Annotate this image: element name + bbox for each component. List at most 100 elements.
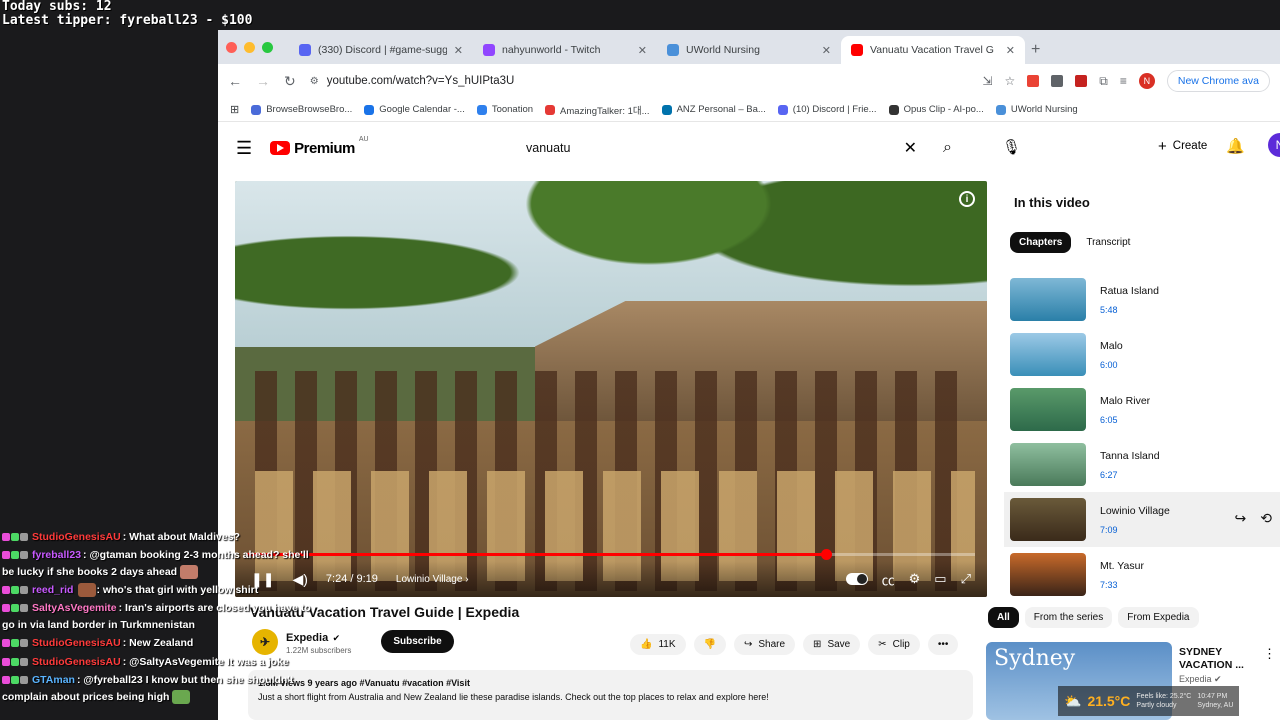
current-chapter-button[interactable]: Lowinio Village › <box>396 574 846 585</box>
chapter-item[interactable]: Tanna Island 6:27 <box>1004 437 1280 492</box>
extension-icon[interactable] <box>1075 75 1088 87</box>
chat-badges <box>2 600 29 617</box>
sub-badge-icon <box>11 551 19 560</box>
create-button[interactable]: + Create <box>1146 132 1219 160</box>
verified-icon: ✔ <box>332 633 341 643</box>
back-button[interactable]: ← <box>228 73 242 89</box>
reload-button[interactable]: ↻ <box>284 73 296 90</box>
mod-badge-icon <box>20 551 28 560</box>
chat-message: SaltyAsVegemite: Iran's airports are clo… <box>2 600 320 634</box>
description-box[interactable]: 1.8M views 9 years ago #Vanuatu #vacatio… <box>248 670 973 720</box>
miniplayer-icon[interactable]: ▭ <box>934 571 946 587</box>
latest-tipper: Latest tipper: fyreball23 - $100 <box>2 13 253 28</box>
chapter-timestamp: 5:48 <box>1100 304 1118 315</box>
tab-transcript[interactable]: Transcript <box>1077 232 1140 253</box>
close-tab-icon[interactable]: ✕ <box>638 44 647 57</box>
address-bar[interactable]: ⚙ youtube.com/watch?v=Ys_hUIPta3U <box>310 68 969 94</box>
chapter-item[interactable]: Malo 6:00 <box>1004 327 1280 382</box>
bookmark-item[interactable]: Toonation <box>476 104 533 115</box>
share-button[interactable]: ↪ Share <box>733 634 796 655</box>
new-chrome-button[interactable]: New Chrome ava <box>1166 70 1270 92</box>
chat-username[interactable]: StudioGenesisAU <box>32 656 121 668</box>
player-controls: ❚❚ ◀) 7:24 / 9:19 Lowinio Village › ㏄ ⚙ … <box>235 561 987 597</box>
fullscreen-icon[interactable]: ⤢ <box>961 571 971 587</box>
extension-icon[interactable] <box>1027 75 1040 87</box>
info-icon[interactable]: i <box>959 191 975 207</box>
notifications-bell-icon[interactable]: 🔔 <box>1226 137 1245 155</box>
filter-chip[interactable]: All <box>988 607 1019 628</box>
tab-title: (330) Discord | #game-sugg <box>318 44 447 56</box>
profile-avatar[interactable]: N <box>1138 73 1155 89</box>
repeat-icon[interactable]: ⟲ <box>1260 510 1272 527</box>
settings-gear-icon[interactable]: ⚙ <box>909 571 921 587</box>
subscribe-button[interactable]: Subscribe <box>381 630 454 653</box>
youtube-brand: Premium <box>294 139 355 157</box>
chat-username[interactable]: reed_rid <box>32 584 73 596</box>
bookmark-label: (10) Discord | Frie... <box>792 104 877 115</box>
captions-icon[interactable]: ㏄ <box>882 570 895 589</box>
save-button[interactable]: ⊞ Save <box>803 634 861 655</box>
clear-search-icon[interactable]: ✕ <box>904 138 917 158</box>
apps-grid-icon[interactable]: ⊞ <box>230 103 239 116</box>
chapter-item[interactable]: Malo River 6:05 <box>1004 382 1280 437</box>
search-input[interactable]: vanuatu ✕ ⌕ <box>514 131 964 165</box>
share-icon[interactable]: ↪ <box>1235 510 1247 527</box>
url-text: youtube.com/watch?v=Ys_hUIPta3U <box>326 75 515 87</box>
site-info-icon[interactable]: ⚙ <box>310 76 319 87</box>
mod-badge-icon <box>20 639 28 648</box>
more-vert-icon[interactable]: ⋮ <box>1263 646 1276 662</box>
video-player[interactable]: i ❚❚ ◀) 7:24 / 9:19 Lowinio Village › ㏄ … <box>235 181 987 597</box>
account-avatar[interactable]: N <box>1268 133 1280 157</box>
new-tab-button[interactable]: + <box>1031 36 1040 64</box>
bookmark-star-icon[interactable]: ☆ <box>1005 74 1016 88</box>
browser-tab[interactable]: UWorld Nursing ✕ <box>657 36 841 64</box>
forward-button[interactable]: → <box>256 73 270 89</box>
puzzle-icon[interactable]: ⧉ <box>1099 74 1108 89</box>
close-tab-icon[interactable]: ✕ <box>822 44 831 57</box>
chat-username[interactable]: StudioGenesisAU <box>32 637 121 649</box>
bookmark-item[interactable]: Opus Clip - AI-po... <box>888 104 984 115</box>
bookmark-item[interactable]: UWorld Nursing <box>995 104 1078 115</box>
media-icon[interactable]: ≡ <box>1120 74 1127 88</box>
condition: Partly cloudy <box>1136 702 1177 709</box>
progress-bar[interactable] <box>247 549 975 560</box>
chapter-item[interactable]: Lowinio Village 7:09 ↪ ⟲ <box>1004 492 1280 547</box>
bookmark-item[interactable]: Google Calendar -... <box>364 104 465 115</box>
bookmark-item[interactable]: ANZ Personal – Ba... <box>661 104 766 115</box>
filter-chip[interactable]: From Expedia <box>1118 607 1199 628</box>
minimize-window-button[interactable] <box>244 41 255 53</box>
chat-username[interactable]: GTAman <box>32 674 75 686</box>
tab-chapters[interactable]: Chapters <box>1010 232 1072 253</box>
close-window-button[interactable] <box>226 41 237 53</box>
bookmark-item[interactable]: (10) Discord | Frie... <box>777 104 877 115</box>
chapter-item[interactable]: Ratua Island 5:48 <box>1004 272 1280 327</box>
filter-chip[interactable]: From the series <box>1024 607 1113 628</box>
clip-button[interactable]: ✂ Clip <box>868 634 920 655</box>
scrubber-handle[interactable] <box>820 549 832 560</box>
save-icon: ⊞ <box>813 639 822 650</box>
chat-username[interactable]: StudioGenesisAU <box>32 531 121 543</box>
chat-username[interactable]: fyreball23 <box>32 549 81 561</box>
search-icon[interactable]: ⌕ <box>943 139 952 157</box>
browser-tab[interactable]: (330) Discord | #game-sugg ✕ <box>289 36 473 64</box>
browser-tab[interactable]: Vanuatu Vacation Travel G ✕ <box>841 36 1025 64</box>
install-icon[interactable]: ⇲ <box>982 74 992 88</box>
chat-emote-icon <box>180 565 199 580</box>
chapter-item[interactable]: Mt. Yasur 7:33 <box>1004 547 1280 602</box>
heart-badge-icon <box>2 551 10 560</box>
maximize-window-button[interactable] <box>262 41 273 53</box>
more-actions-button[interactable]: ••• <box>927 634 959 655</box>
browser-tab[interactable]: nahyunworld - Twitch ✕ <box>473 36 657 64</box>
like-button[interactable]: 👍 11K <box>630 634 686 655</box>
bookmark-item[interactable]: BrowseBrowseBro... <box>251 104 352 115</box>
menu-icon[interactable]: ☰ <box>236 138 252 159</box>
extension-icon[interactable] <box>1051 75 1064 87</box>
close-tab-icon[interactable]: ✕ <box>454 44 463 57</box>
close-tab-icon[interactable]: ✕ <box>1006 44 1015 57</box>
microphone-icon[interactable]: 🎙 <box>1002 138 1021 156</box>
autoplay-toggle[interactable] <box>845 573 868 585</box>
chat-username[interactable]: SaltyAsVegemite <box>32 602 117 614</box>
dislike-button[interactable]: 👎 <box>693 634 726 655</box>
bookmark-item[interactable]: AmazingTalker: 1대... <box>545 103 650 117</box>
youtube-logo[interactable]: Premium AU <box>270 136 369 157</box>
